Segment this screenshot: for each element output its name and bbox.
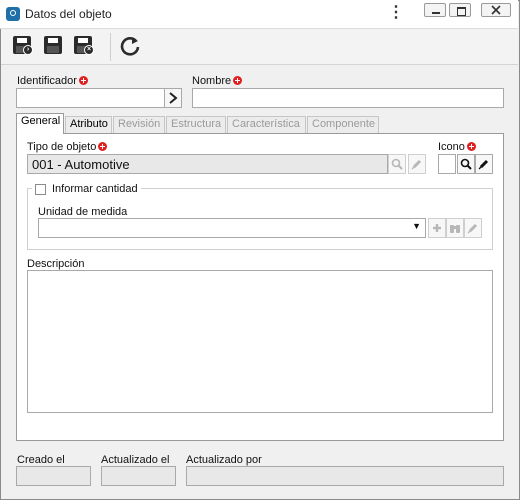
tab-estructura[interactable]: Estructura [166,116,226,133]
description-textarea[interactable] [27,270,493,413]
toolbar: › × [1,29,518,65]
maximize-button[interactable] [449,3,471,17]
required-icon [466,142,476,151]
identifier-input[interactable] [16,88,165,108]
save-button[interactable] [41,33,67,59]
object-type-clear-button[interactable] [408,154,426,174]
save-and-new-button[interactable]: › [10,33,36,59]
close-icon [491,5,501,15]
inform-quantity-label: Informar cantidad [52,183,138,195]
eraser-icon [411,159,422,170]
identifier-label-text: Identificador [17,75,77,87]
tab-general[interactable]: General [16,113,64,134]
floppy-icon [44,36,62,54]
updated-label: Actualizado el [101,454,170,466]
unit-select[interactable]: ▼ [38,218,426,238]
x-badge-icon: × [84,45,94,55]
required-icon [233,76,243,85]
icon-label-text: Icono [438,141,465,153]
unit-clear-button[interactable] [464,218,482,238]
arrow-badge-icon: › [23,45,33,55]
refresh-icon [120,37,140,56]
save-and-close-button[interactable]: × [71,33,97,59]
identifier-next-button[interactable] [164,88,182,108]
object-type-label: Tipo de objeto [27,141,108,153]
unit-lookup-button[interactable] [446,218,464,238]
icon-label: Icono [438,141,476,153]
object-type-label-text: Tipo de objeto [27,141,97,153]
icon-preview [438,154,456,174]
icon-clear-button[interactable] [475,154,493,174]
tab-atributo[interactable]: Atributo [65,116,112,133]
created-label: Creado el [17,454,65,466]
search-icon [391,158,403,170]
unit-add-button[interactable] [428,218,446,238]
plus-icon [433,224,441,232]
description-label: Descripción [27,258,85,270]
tab-revision[interactable]: Revisión [113,116,165,133]
object-type-field[interactable] [27,154,388,174]
object-type-search-button[interactable] [388,154,406,174]
name-input[interactable] [192,88,504,108]
toolbar-separator [110,33,111,61]
search-icon [460,158,472,170]
window-title: Datos del objeto [25,7,112,21]
tab-componente[interactable]: Componente [307,116,379,133]
menu-dots-icon[interactable]: ⋮ [388,4,404,22]
tab-caracteristica[interactable]: Característica [227,116,306,133]
eraser-icon [467,223,478,234]
close-button[interactable] [481,3,511,17]
eraser-icon [478,159,489,170]
inform-quantity-row: Informar cantidad [32,182,141,196]
required-icon [98,142,108,151]
minimize-button[interactable] [424,3,446,17]
identifier-label: Identificador [17,75,88,87]
created-field[interactable] [16,466,91,486]
icon-search-button[interactable] [457,154,475,174]
binoculars-icon [450,225,460,233]
app-logo-icon [6,7,20,21]
name-label-text: Nombre [192,75,232,87]
refresh-button[interactable] [117,33,143,59]
inform-quantity-checkbox[interactable] [35,183,46,195]
required-icon [78,76,88,85]
dropdown-arrow-icon: ▼ [412,221,421,231]
updated-by-label: Actualizado por [186,454,262,466]
unit-label: Unidad de medida [38,206,128,218]
name-label: Nombre [192,75,243,87]
updated-by-field[interactable] [186,466,504,486]
title-bar: Datos del objeto ⋮ [0,0,518,29]
updated-field[interactable] [101,466,176,486]
chevron-right-icon [169,92,178,104]
